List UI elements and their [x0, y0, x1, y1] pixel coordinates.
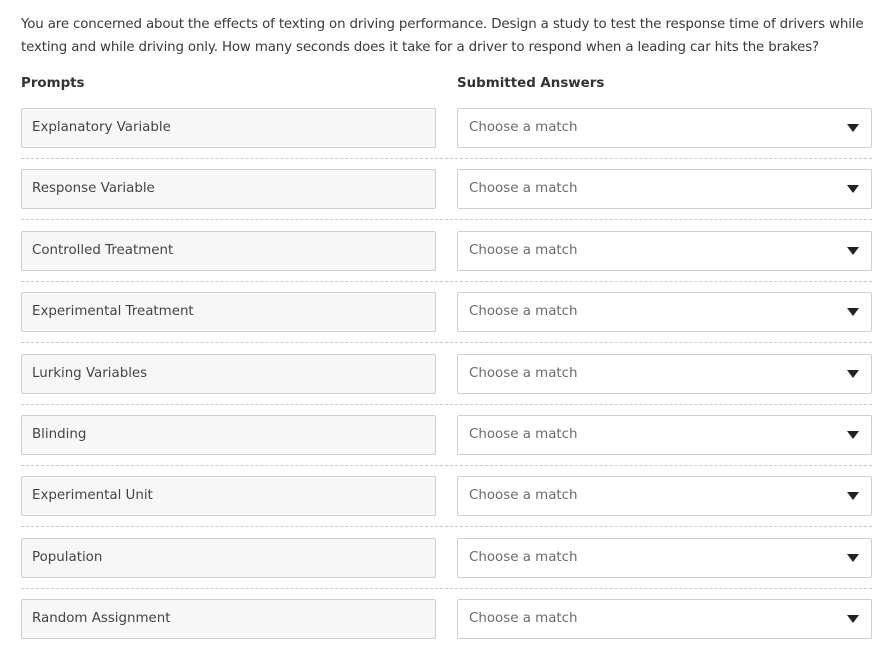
caret-down-icon	[847, 124, 859, 132]
match-row: Controlled Treatment Choose a match	[21, 231, 872, 271]
row-divider	[21, 158, 872, 159]
answer-dropdown[interactable]: Choose a match	[457, 538, 872, 578]
prompt-label: Population	[21, 538, 436, 578]
caret-down-icon	[847, 308, 859, 316]
answer-dropdown[interactable]: Choose a match	[457, 599, 872, 639]
submitted-answers-header: Submitted Answers	[457, 76, 605, 91]
dropdown-placeholder: Choose a match	[469, 243, 578, 258]
answer-dropdown[interactable]: Choose a match	[457, 292, 872, 332]
caret-down-icon	[847, 492, 859, 500]
prompt-label: Blinding	[21, 415, 436, 455]
row-divider	[21, 465, 872, 466]
caret-down-icon	[847, 431, 859, 439]
caret-down-icon	[847, 370, 859, 378]
answer-dropdown[interactable]: Choose a match	[457, 415, 872, 455]
caret-down-icon	[847, 185, 859, 193]
row-divider	[21, 219, 872, 220]
answer-dropdown[interactable]: Choose a match	[457, 169, 872, 209]
row-divider	[21, 281, 872, 282]
prompts-header: Prompts	[21, 76, 85, 91]
prompt-label: Explanatory Variable	[21, 108, 436, 148]
row-divider	[21, 404, 872, 405]
question-text: You are concerned about the effects of t…	[21, 17, 864, 55]
dropdown-placeholder: Choose a match	[469, 304, 578, 319]
match-row: Response Variable Choose a match	[21, 169, 872, 209]
row-divider	[21, 342, 872, 343]
caret-down-icon	[847, 554, 859, 562]
dropdown-placeholder: Choose a match	[469, 120, 578, 135]
answer-dropdown[interactable]: Choose a match	[457, 231, 872, 271]
caret-down-icon	[847, 247, 859, 255]
caret-down-icon	[847, 615, 859, 623]
answer-dropdown[interactable]: Choose a match	[457, 354, 872, 394]
match-row: Lurking Variables Choose a match	[21, 354, 872, 394]
answer-dropdown[interactable]: Choose a match	[457, 108, 872, 148]
match-row: Population Choose a match	[21, 538, 872, 578]
match-row: Blinding Choose a match	[21, 415, 872, 455]
prompt-label: Experimental Unit	[21, 476, 436, 516]
match-row: Random Assignment Choose a match	[21, 599, 872, 639]
prompt-label: Random Assignment	[21, 599, 436, 639]
prompt-label: Experimental Treatment	[21, 292, 436, 332]
dropdown-placeholder: Choose a match	[469, 488, 578, 503]
answer-dropdown[interactable]: Choose a match	[457, 476, 872, 516]
dropdown-placeholder: Choose a match	[469, 181, 578, 196]
dropdown-placeholder: Choose a match	[469, 550, 578, 565]
match-row: Explanatory Variable Choose a match	[21, 108, 872, 148]
match-row: Experimental Treatment Choose a match	[21, 292, 872, 332]
dropdown-placeholder: Choose a match	[469, 427, 578, 442]
prompt-label: Controlled Treatment	[21, 231, 436, 271]
prompt-label: Lurking Variables	[21, 354, 436, 394]
dropdown-placeholder: Choose a match	[469, 611, 578, 626]
dropdown-placeholder: Choose a match	[469, 366, 578, 381]
prompt-label: Response Variable	[21, 169, 436, 209]
row-divider	[21, 526, 872, 527]
row-divider	[21, 588, 872, 589]
match-row: Experimental Unit Choose a match	[21, 476, 872, 516]
